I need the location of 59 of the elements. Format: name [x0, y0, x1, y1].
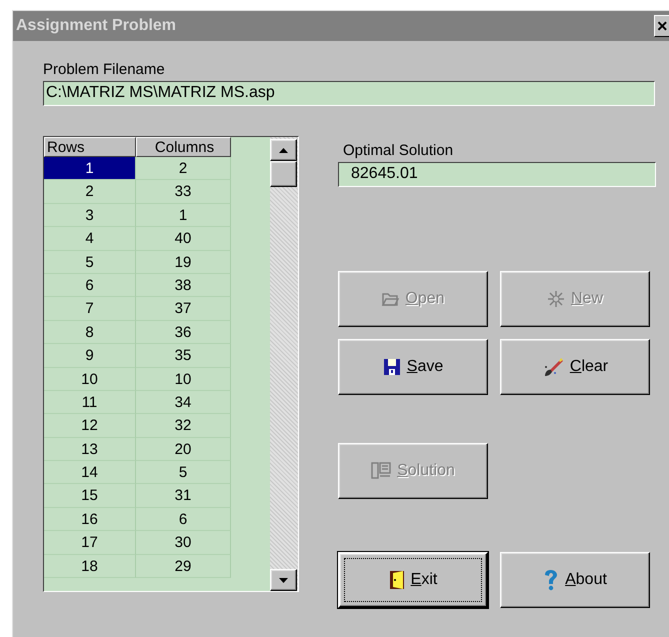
- table-cell[interactable]: 18: [44, 554, 136, 578]
- table-cell[interactable]: 35: [136, 344, 231, 368]
- action-button[interactable]: Exit: [338, 552, 488, 608]
- table-cell[interactable]: 1: [136, 204, 231, 228]
- question-mark-icon: [543, 569, 560, 591]
- table-cell[interactable]: 37: [136, 297, 231, 321]
- action-button[interactable]: About: [500, 552, 650, 608]
- table-cell[interactable]: 19: [136, 250, 231, 274]
- solution-field[interactable]: 82645.01: [338, 162, 656, 187]
- action-button[interactable]: Save: [338, 339, 488, 395]
- scroll-down-button[interactable]: [270, 569, 297, 591]
- table-cell[interactable]: 6: [136, 508, 231, 532]
- sparkle-icon: [546, 290, 565, 308]
- table-cell[interactable]: 29: [136, 554, 231, 578]
- filename-label: Problem Filename: [43, 61, 166, 80]
- table-cell[interactable]: 10: [136, 368, 231, 391]
- table-cell[interactable]: 9: [44, 344, 136, 368]
- scroll-up-button[interactable]: [270, 139, 297, 161]
- folder-icon: [381, 291, 400, 307]
- table-cell[interactable]: 15: [44, 484, 136, 508]
- table-cell[interactable]: 34: [136, 390, 231, 414]
- table-cell[interactable]: 36: [136, 320, 231, 344]
- table-cell[interactable]: 32: [136, 414, 231, 438]
- table-cell[interactable]: 11: [44, 390, 136, 414]
- scrollbar[interactable]: [270, 137, 298, 591]
- table-cell[interactable]: 20: [136, 438, 231, 462]
- table-cell[interactable]: 8: [44, 320, 136, 344]
- table-cell[interactable]: 2: [44, 180, 136, 204]
- table-cell[interactable]: 2: [136, 157, 231, 180]
- door-icon: [388, 570, 405, 590]
- table-cell[interactable]: 1: [44, 157, 136, 180]
- table-cell[interactable]: 31: [136, 484, 231, 508]
- table-cell[interactable]: 5: [44, 250, 136, 274]
- table-cell[interactable]: 10: [44, 368, 136, 391]
- table-icon: [371, 462, 392, 480]
- table-cell[interactable]: 3: [44, 204, 136, 228]
- action-button[interactable]: Clear: [500, 339, 650, 395]
- table-cell[interactable]: 7: [44, 297, 136, 321]
- table-cell[interactable]: 14: [44, 461, 136, 484]
- down-arrow-icon: [279, 578, 288, 582]
- table-cell[interactable]: 4: [44, 227, 136, 251]
- table-cell[interactable]: 12: [44, 414, 136, 438]
- table-cell[interactable]: 30: [136, 531, 231, 555]
- scroll-thumb[interactable]: [270, 161, 297, 187]
- table-cell[interactable]: 16: [44, 508, 136, 532]
- table-cell[interactable]: 38: [136, 274, 231, 298]
- column-header[interactable]: Columns: [136, 137, 231, 157]
- table-cell[interactable]: 13: [44, 438, 136, 462]
- close-button[interactable]: ×: [654, 15, 669, 37]
- window-title: Assignment Problem: [16, 17, 176, 35]
- filename-field[interactable]: C:\MATRIZ MS\MATRIZ MS.asp: [43, 81, 655, 106]
- table-cell[interactable]: 5: [136, 461, 231, 484]
- solution-label: Optimal Solution: [342, 142, 454, 161]
- table-cell[interactable]: 17: [44, 531, 136, 555]
- table-cell[interactable]: 33: [136, 180, 231, 204]
- table-cell[interactable]: 6: [44, 274, 136, 298]
- table-cell[interactable]: 40: [136, 227, 231, 251]
- column-header[interactable]: Rows: [44, 137, 136, 157]
- up-arrow-icon: [279, 148, 288, 152]
